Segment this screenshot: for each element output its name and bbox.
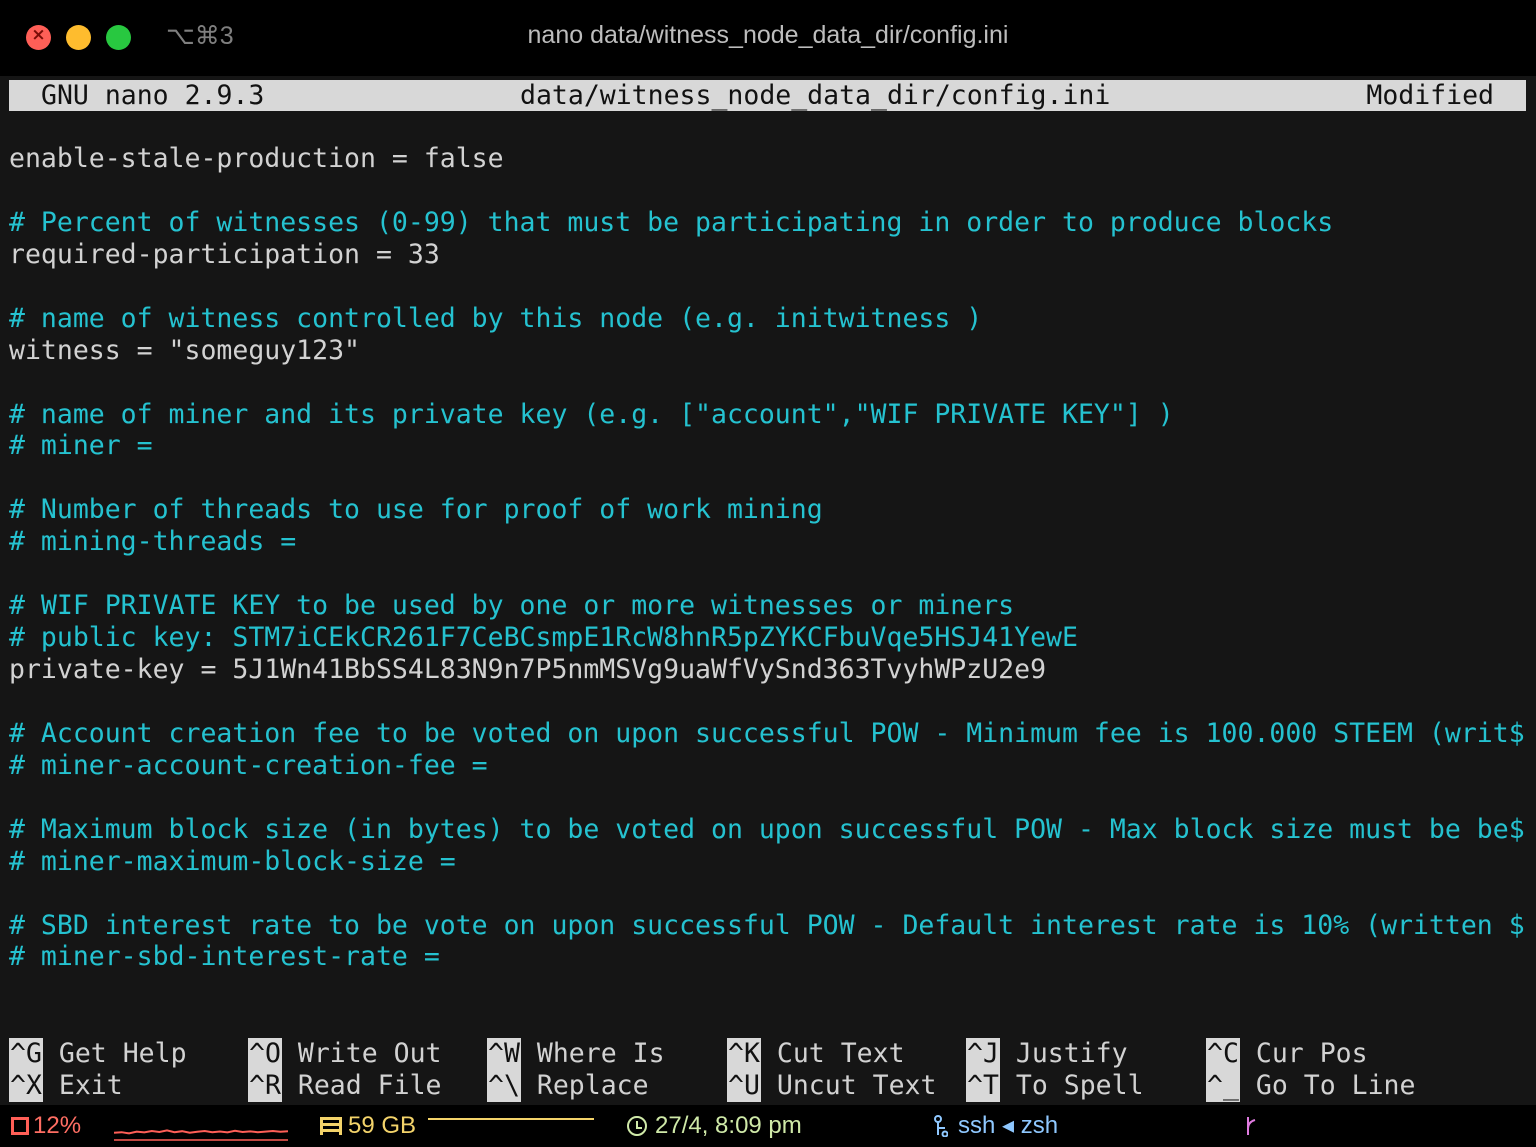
cpu-indicator: 12% <box>11 1113 81 1139</box>
blank-line[interactable] <box>9 558 1529 590</box>
comment-line[interactable]: # miner-account-creation-fee = <box>9 750 1529 782</box>
blank-line[interactable] <box>9 175 1529 207</box>
clock-icon <box>627 1116 647 1136</box>
shortcut-key: ^X <box>9 1070 43 1102</box>
shortcut-label: Exit <box>58 1070 123 1101</box>
shortcut-label: Cur Pos <box>1255 1038 1368 1069</box>
shortcut-label: Go To Line <box>1255 1070 1416 1101</box>
memory-bar <box>428 1118 594 1120</box>
clock-indicator: 27/4, 8:09 pm <box>627 1113 802 1139</box>
shortcut-cur-pos[interactable]: ^C Cur Pos <box>1206 1038 1368 1070</box>
blank-line[interactable] <box>9 271 1529 303</box>
memory-icon <box>320 1117 342 1135</box>
shortcut-key: ^W <box>487 1038 521 1070</box>
cpu-sparkline <box>114 1129 288 1141</box>
shortcut-uncut-text[interactable]: ^U Uncut Text <box>727 1070 936 1102</box>
cpu-icon <box>11 1117 29 1135</box>
editor-buffer[interactable]: enable-stale-production = false # Percent… <box>9 143 1529 973</box>
shortcut-key: ^\ <box>487 1070 521 1102</box>
shortcut-label: Uncut Text <box>776 1070 937 1101</box>
shortcut-write-out[interactable]: ^O Write Out <box>248 1038 441 1070</box>
shortcut-label: Read File <box>297 1070 442 1101</box>
memory-indicator: 59 GB <box>320 1113 416 1139</box>
shortcut-label: Where Is <box>536 1038 665 1069</box>
git-branch-icon <box>1247 1117 1256 1135</box>
comment-line[interactable]: # name of witness controlled by this nod… <box>9 303 1529 335</box>
comment-line[interactable]: # miner-sbd-interest-rate = <box>9 941 1529 973</box>
blank-line[interactable] <box>9 686 1529 718</box>
shortcut-label: To Spell <box>1015 1070 1144 1101</box>
shortcut-bar: ^G Get Help ^O Write Out ^W Where Is ^K Cut… <box>9 1038 1529 1102</box>
comment-line[interactable]: # WIF PRIVATE KEY to be used by one or m… <box>9 590 1529 622</box>
shortcut-key: ^U <box>727 1070 761 1102</box>
window-title: nano data/witness_node_data_dir/config.i… <box>527 21 1009 49</box>
nano-modified-status: Modified <box>1366 80 1494 111</box>
blank-line[interactable] <box>9 782 1529 814</box>
blank-line[interactable] <box>9 462 1529 494</box>
title-bar: × ⌥⌘3 nano data/witness_node_data_dir/co… <box>0 0 1536 76</box>
comment-line[interactable]: # Account creation fee to be voted on up… <box>9 718 1529 750</box>
shortcut-key: ^R <box>248 1070 282 1102</box>
comment-line[interactable]: # Maximum block size (in bytes) to be vo… <box>9 814 1529 846</box>
comment-line[interactable]: # miner = <box>9 430 1529 462</box>
shortcut-label: Write Out <box>297 1038 442 1069</box>
comment-line[interactable]: # Percent of witnesses (0-99) that must … <box>9 207 1529 239</box>
shortcut-key: ^K <box>727 1038 761 1070</box>
session-indicator: ssh ◂ zsh <box>934 1113 1058 1139</box>
comment-line[interactable]: # public key: STM7iCEkCR261F7CeBCsmpE1Rc… <box>9 622 1529 654</box>
shortcut-to-spell[interactable]: ^T To Spell <box>966 1070 1144 1102</box>
shortcut-label: Replace <box>536 1070 649 1101</box>
clock-time: 27/4, 8:09 pm <box>655 1112 802 1139</box>
setting-line[interactable]: private-key = 5J1Wn41BbSS4L83N9n7P5nmMSV… <box>9 654 1529 686</box>
git-branch-indicator <box>1244 1113 1258 1139</box>
blank-line[interactable] <box>9 367 1529 399</box>
shortcut-key: ^T <box>966 1070 1000 1102</box>
status-bar: 12% 59 GB 27/4, 8:09 pm ssh ◂ zsh <box>0 1105 1536 1147</box>
shortcut-row: ^G Get Help ^O Write Out ^W Where Is ^K Cut… <box>9 1038 1529 1070</box>
shortcut-label: Get Help <box>58 1038 187 1069</box>
nano-version: GNU nano 2.9.3 <box>41 80 265 111</box>
shortcut-label: Cut Text <box>776 1038 905 1069</box>
shortcut-replace[interactable]: ^\ Replace <box>487 1070 649 1102</box>
setting-line[interactable]: witness = "someguy123" <box>9 335 1529 367</box>
terminal-window: × ⌥⌘3 nano data/witness_node_data_dir/co… <box>0 0 1536 1147</box>
blank-line[interactable] <box>9 878 1529 910</box>
shortcut-get-help[interactable]: ^G Get Help <box>9 1038 187 1070</box>
shortcut-key: ^J <box>966 1038 1000 1070</box>
shortcut-label: Justify <box>1015 1038 1128 1069</box>
comment-line[interactable]: # mining-threads = <box>9 526 1529 558</box>
shortcut-key: ^G <box>9 1038 43 1070</box>
nano-header-bar: GNU nano 2.9.3 data/witness_node_data_di… <box>9 80 1526 111</box>
shortcut-exit[interactable]: ^X Exit <box>9 1070 123 1102</box>
setting-line[interactable]: required-participation = 33 <box>9 239 1529 271</box>
session-name: ssh ◂ zsh <box>958 1112 1059 1139</box>
shortcut-row: ^X Exit ^R Read File ^\ Replace ^U Uncut Te… <box>9 1070 1529 1102</box>
comment-line[interactable]: # name of miner and its private key (e.g… <box>9 399 1529 431</box>
shortcut-cut-text[interactable]: ^K Cut Text <box>727 1038 905 1070</box>
shortcut-where-is[interactable]: ^W Where Is <box>487 1038 665 1070</box>
setting-line[interactable]: enable-stale-production = false <box>9 143 1529 175</box>
shortcut-key: ^C <box>1206 1038 1240 1070</box>
shortcut-key: ^O <box>248 1038 282 1070</box>
comment-line[interactable]: # SBD interest rate to be vote on upon s… <box>9 910 1529 942</box>
shortcut-justify[interactable]: ^J Justify <box>966 1038 1128 1070</box>
git-tree-icon <box>934 1115 948 1137</box>
shortcut-read-file[interactable]: ^R Read File <box>248 1070 441 1102</box>
comment-line[interactable]: # miner-maximum-block-size = <box>9 846 1529 878</box>
shortcut-go-to-line[interactable]: ^_ Go To Line <box>1206 1070 1415 1102</box>
comment-line[interactable]: # Number of threads to use for proof of … <box>9 494 1529 526</box>
shortcut-key: ^_ <box>1206 1070 1240 1102</box>
nano-filename: data/witness_node_data_dir/config.ini <box>520 80 1111 111</box>
cpu-percent: 12% <box>33 1112 82 1139</box>
memory-value: 59 GB <box>348 1112 417 1139</box>
